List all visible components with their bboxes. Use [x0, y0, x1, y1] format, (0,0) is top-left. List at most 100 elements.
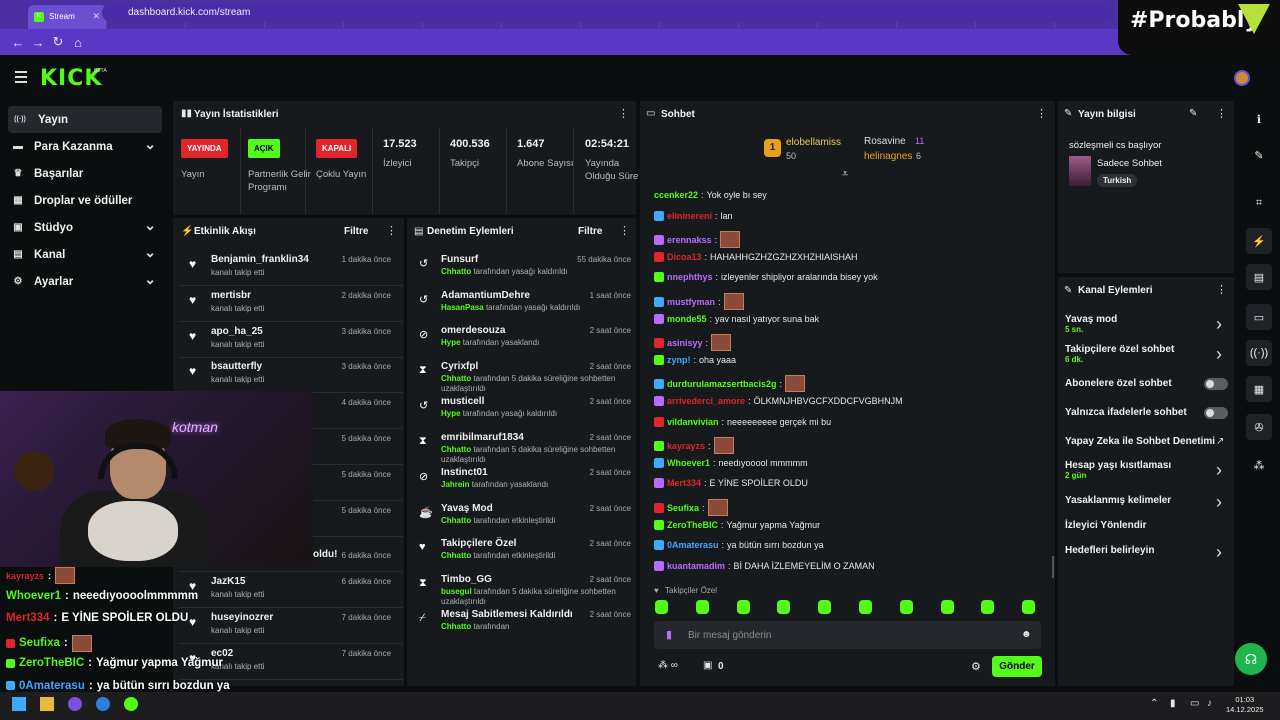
- home-icon[interactable]: ⌂: [68, 35, 88, 50]
- emote-picker-icon[interactable]: [695, 600, 709, 614]
- edit-icon[interactable]: ✎: [1246, 142, 1272, 168]
- collapse-icon[interactable]: ⩡: [842, 168, 848, 181]
- browser-icon[interactable]: [68, 697, 82, 711]
- channel-action-item[interactable]: Hedefleri belirleyin: [1065, 545, 1154, 556]
- chevron-down-icon[interactable]: ⌄: [144, 271, 156, 288]
- chat-username[interactable]: erennakss: [667, 235, 712, 245]
- gifter-2-name[interactable]: Rosavine: [864, 136, 906, 147]
- channel-action-item[interactable]: Yalnızca ifadelerle sohbet: [1065, 407, 1187, 418]
- list-item[interactable]: ↺ musticell Hype tarafından yasağı kaldırı…: [409, 394, 641, 429]
- follower-name[interactable]: mertisbr: [211, 290, 251, 301]
- list-item[interactable]: ♥ apo_ha_25 kanalı takip etti 3 dakika önce: [179, 323, 403, 358]
- moderation-target[interactable]: Takipçilere Özel: [441, 538, 516, 549]
- chat-username[interactable]: ccenker22: [654, 190, 698, 200]
- back-icon[interactable]: ←: [8, 35, 28, 50]
- chat-username[interactable]: Mert334: [667, 478, 701, 488]
- lightning-icon[interactable]: ⚡: [1246, 228, 1272, 254]
- sidebar-item-2[interactable]: ♛ Başarılar: [0, 160, 170, 187]
- emote-picker-icon[interactable]: [1022, 600, 1036, 614]
- chat-username[interactable]: durdurulamazsertbacis2g: [667, 379, 777, 389]
- channel-action-item[interactable]: Takipçilere özel sohbet 6 dk.: [1065, 344, 1174, 364]
- chat-bubble-icon[interactable]: ▭: [1246, 304, 1272, 330]
- follower-name[interactable]: JazK15: [211, 576, 245, 587]
- top-gifter-name[interactable]: elobellamiss: [786, 137, 841, 148]
- chat-username[interactable]: ZeroTheBIC: [667, 520, 718, 530]
- reload-icon[interactable]: ↻: [48, 34, 68, 50]
- chevron-down-icon[interactable]: ⌄: [144, 136, 156, 153]
- tab-close-icon[interactable]: ✕: [92, 11, 100, 22]
- channel-action-item[interactable]: Yapay Zeka ile Sohbet Denetimi: [1065, 436, 1215, 447]
- chat-username[interactable]: vildanvivian: [667, 417, 719, 427]
- channel-action-item[interactable]: İzleyici Yönlendir: [1065, 520, 1147, 531]
- moderation-target[interactable]: AdamantiumDehre: [441, 290, 530, 301]
- stats-menu-icon[interactable]: ⋮: [618, 107, 629, 120]
- mic-tray-icon[interactable]: ▮: [1170, 698, 1176, 709]
- channel-action-item[interactable]: Abonelere özel sohbet: [1065, 378, 1172, 389]
- chat-username[interactable]: Seufixa: [667, 503, 699, 513]
- moderation-target[interactable]: emribilmaruf1834: [441, 432, 524, 443]
- chevron-right-icon[interactable]: ›: [1216, 542, 1222, 563]
- moderator-name[interactable]: Chhatto: [441, 445, 471, 454]
- list-item[interactable]: ⧗ Cyrixfpl Chhatto tarafından 5 dakika sür…: [409, 359, 641, 394]
- tag-chip[interactable]: Turkish: [1097, 174, 1138, 187]
- edit-icon[interactable]: ✎: [1189, 108, 1197, 119]
- app-icon[interactable]: [124, 697, 138, 711]
- emote-picker-icon[interactable]: [655, 600, 668, 614]
- info-icon[interactable]: ℹ: [1246, 106, 1272, 132]
- list-item[interactable]: ⊘ omerdesouza Hype tarafından yasaklandı 2 …: [409, 323, 641, 358]
- channel-action-item[interactable]: Yavaş mod 5 sn.: [1065, 314, 1117, 334]
- category-name[interactable]: Sadece Sohbet: [1097, 158, 1162, 169]
- chevron-right-icon[interactable]: ›: [1216, 492, 1222, 513]
- chat-username[interactable]: arrivederci_amore: [667, 396, 745, 406]
- chat-menu-icon[interactable]: ⋮: [1036, 107, 1047, 120]
- stream-info-menu-icon[interactable]: ⋮: [1216, 107, 1227, 120]
- list-item[interactable]: ⌿ Mesaj Sabitlemesi Kaldırıldı Chhatto tar…: [409, 607, 641, 642]
- start-icon[interactable]: [12, 697, 26, 711]
- sidebar-item-3[interactable]: ▦ Droplar ve ödüller: [0, 187, 170, 214]
- monitor-tray-icon[interactable]: ▭: [1190, 698, 1199, 709]
- follower-name[interactable]: oldu!: [313, 549, 337, 560]
- moderator-name[interactable]: Jahrein: [441, 480, 469, 489]
- wrench-icon[interactable]: ✇: [1246, 414, 1272, 440]
- moderation-menu-icon[interactable]: ⋮: [619, 224, 630, 237]
- chevron-down-icon[interactable]: ⌄: [144, 217, 156, 234]
- chat-username[interactable]: kayrayzs: [667, 441, 705, 451]
- volume-icon[interactable]: ♪: [1207, 698, 1212, 709]
- list-item[interactable]: ⧗ emribilmaruf1834 Chhatto tarafından 5 da…: [409, 430, 641, 465]
- activity-filter-button[interactable]: Filtre: [344, 226, 368, 237]
- moderator-name[interactable]: Chhatto: [441, 374, 471, 383]
- follower-name[interactable]: Benjamin_franklin34: [211, 254, 309, 265]
- list-item[interactable]: ♥ Takipçilere Özel Chhatto tarafından etki…: [409, 536, 641, 571]
- chat-settings-icon[interactable]: ⚙: [971, 660, 981, 673]
- gifter-3-name[interactable]: helinagnes: [864, 151, 912, 162]
- chevron-right-icon[interactable]: ›: [1216, 314, 1222, 335]
- list-item[interactable]: ♥ huseyinozrer kanalı takip etti 7 dakika ö…: [179, 609, 403, 644]
- list-item[interactable]: ♥ Benjamin_franklin34 kanalı takip etti 1 d…: [179, 251, 403, 286]
- sidebar-item-4[interactable]: ▣ Stüdyo ⌄: [0, 214, 170, 241]
- sidebar-item-1[interactable]: ▬ Para Kazanma ⌄: [0, 133, 170, 160]
- chevron-down-icon[interactable]: ⌄: [144, 244, 156, 261]
- list-item[interactable]: ♥ mertisbr kanalı takip etti 2 dakika önce: [179, 287, 403, 322]
- toggle-switch[interactable]: [1204, 378, 1228, 390]
- moderation-target[interactable]: Mesaj Sabitlemesi Kaldırıldı: [441, 609, 573, 620]
- list-icon[interactable]: ▤: [1246, 264, 1272, 290]
- moderator-name[interactable]: Chhatto: [441, 267, 471, 276]
- moderator-name[interactable]: Chhatto: [441, 622, 471, 631]
- activity-menu-icon[interactable]: ⋮: [386, 224, 397, 237]
- emote-picker-icon[interactable]: [777, 600, 791, 614]
- chat-username[interactable]: asinisyy: [667, 338, 703, 348]
- moderation-target[interactable]: Yavaş Mod: [441, 503, 493, 514]
- emote-picker-icon[interactable]: [981, 600, 995, 614]
- chat-username[interactable]: Whoever1: [667, 458, 710, 468]
- chat-username[interactable]: Dicoa13: [667, 252, 702, 262]
- broadcast-icon[interactable]: ((·)): [1246, 340, 1272, 366]
- list-item[interactable]: ⧗ Timbo_GG busegul tarafından 5 dakika sür…: [409, 572, 641, 607]
- tray-chevron-icon[interactable]: ⌃: [1150, 698, 1158, 709]
- sidebar-item-5[interactable]: ▤ Kanal ⌄: [0, 241, 170, 268]
- chat-username[interactable]: 0Amaterasu: [667, 540, 719, 550]
- chat-username[interactable]: kuantamadim: [667, 561, 725, 571]
- channel-actions-menu-icon[interactable]: ⋮: [1216, 283, 1227, 296]
- taskbar-clock[interactable]: 01:03 14.12.2025: [1226, 695, 1264, 715]
- app-icon[interactable]: [96, 697, 110, 711]
- chat-username[interactable]: mustfyman: [667, 297, 715, 307]
